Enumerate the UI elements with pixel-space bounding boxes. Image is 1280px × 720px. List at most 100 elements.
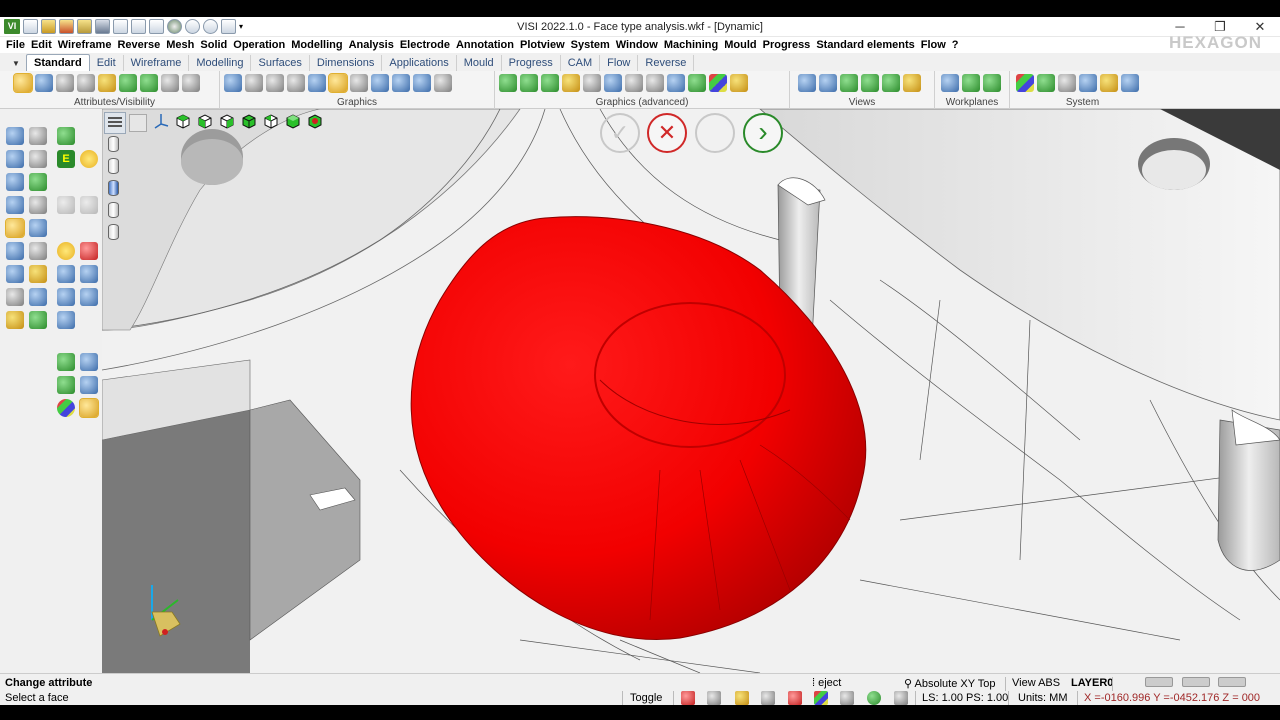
calculator-icon[interactable] bbox=[1037, 74, 1055, 92]
refresh-status-icon[interactable] bbox=[867, 691, 881, 705]
color-cube-icon[interactable] bbox=[814, 691, 828, 705]
edit-pen-icon[interactable] bbox=[1121, 74, 1139, 92]
view-right-icon[interactable] bbox=[218, 112, 236, 130]
copy-icon[interactable] bbox=[29, 196, 47, 214]
view-iso-icon[interactable] bbox=[306, 112, 324, 130]
trim-icon[interactable] bbox=[29, 150, 47, 168]
select-tool-icon[interactable] bbox=[6, 127, 24, 145]
viewport-menu-button[interactable] bbox=[104, 112, 126, 134]
help-icon[interactable] bbox=[6, 265, 24, 283]
active-layer[interactable]: LAYER0 bbox=[1071, 677, 1113, 689]
face-color-icon[interactable] bbox=[499, 74, 517, 92]
flag-icon[interactable] bbox=[80, 353, 98, 371]
layer-tool-icon[interactable] bbox=[57, 127, 75, 145]
view-bottom-icon[interactable] bbox=[284, 112, 302, 130]
tab-dimensions[interactable]: Dimensions bbox=[310, 55, 383, 71]
3d-viewport[interactable] bbox=[102, 109, 1280, 673]
hidden-line-icon[interactable] bbox=[266, 74, 284, 92]
menu-item-flow[interactable]: Flow bbox=[920, 37, 951, 53]
view-axis-icon[interactable] bbox=[152, 112, 170, 130]
filter-tool-icon[interactable] bbox=[788, 691, 802, 705]
blue-cube-icon[interactable] bbox=[80, 288, 98, 306]
macro-icon[interactable] bbox=[1100, 74, 1118, 92]
ribbon-menu-dropdown-icon[interactable]: ▼ bbox=[10, 57, 22, 71]
workplane-align-icon[interactable] bbox=[983, 74, 1001, 92]
tab-modelling[interactable]: Modelling bbox=[189, 55, 252, 71]
toggle-button[interactable]: Toggle bbox=[630, 692, 662, 704]
measure-tool-icon[interactable] bbox=[29, 127, 47, 145]
blue-cube-icon[interactable] bbox=[80, 265, 98, 283]
workplane-icon[interactable] bbox=[941, 74, 959, 92]
status-slider[interactable] bbox=[1218, 677, 1246, 687]
trash-icon[interactable] bbox=[6, 288, 24, 306]
smiley-icon[interactable] bbox=[80, 150, 98, 168]
rotate-icon[interactable] bbox=[29, 288, 47, 306]
display-wire-icon[interactable] bbox=[108, 136, 119, 152]
tab-applications[interactable]: Applications bbox=[382, 55, 457, 71]
menu-item-analysis[interactable]: Analysis bbox=[348, 37, 399, 53]
wire-tool-icon[interactable] bbox=[57, 353, 75, 371]
layer-filter[interactable]: ⁞ eject bbox=[812, 677, 841, 689]
refresh-icon[interactable] bbox=[6, 242, 24, 260]
settings-icon[interactable] bbox=[1058, 74, 1076, 92]
regenerate-icon[interactable] bbox=[224, 74, 242, 92]
transform-icon[interactable] bbox=[6, 173, 24, 191]
shear-icon[interactable] bbox=[29, 219, 47, 237]
view-fit-icon[interactable] bbox=[840, 74, 858, 92]
palette-icon[interactable] bbox=[1016, 74, 1034, 92]
face-type-icon[interactable] bbox=[520, 74, 538, 92]
move-icon[interactable] bbox=[6, 196, 24, 214]
shield-icon[interactable] bbox=[667, 74, 685, 92]
workplane-new-icon[interactable] bbox=[962, 74, 980, 92]
grid-icon[interactable] bbox=[894, 691, 908, 705]
attributes-icon[interactable] bbox=[13, 73, 33, 93]
check-icon[interactable] bbox=[29, 173, 47, 191]
view-saved-icon[interactable] bbox=[903, 74, 921, 92]
color-map-icon[interactable] bbox=[709, 74, 727, 92]
tab-flow[interactable]: Flow bbox=[600, 55, 639, 71]
status-slider[interactable] bbox=[1145, 677, 1173, 687]
search-icon[interactable] bbox=[707, 691, 721, 705]
view-abs[interactable]: View ABS bbox=[1012, 677, 1060, 689]
perspective-icon[interactable] bbox=[434, 74, 452, 92]
mesh-display-icon[interactable] bbox=[625, 74, 643, 92]
visibility-icon[interactable] bbox=[35, 74, 53, 92]
snap-icon[interactable] bbox=[735, 691, 749, 705]
image-icon[interactable] bbox=[29, 311, 47, 329]
cancel-button[interactable]: ✕ bbox=[647, 113, 687, 153]
wireframe-display-icon[interactable] bbox=[245, 74, 263, 92]
dimension-icon[interactable] bbox=[29, 265, 47, 283]
solid-tool-icon[interactable] bbox=[57, 311, 75, 329]
help-icon[interactable] bbox=[761, 691, 775, 705]
display-edges-icon[interactable] bbox=[108, 202, 119, 218]
window-layout-icon[interactable] bbox=[1079, 74, 1097, 92]
view-top-icon[interactable] bbox=[174, 112, 192, 130]
menu-item-system[interactable]: System bbox=[570, 37, 615, 53]
hide-icon[interactable] bbox=[56, 74, 74, 92]
viewport-toggle-icon[interactable] bbox=[129, 114, 147, 132]
show-icon[interactable] bbox=[77, 74, 95, 92]
entity-e-icon[interactable]: E bbox=[57, 150, 75, 168]
menu-item-electrode[interactable]: Electrode bbox=[399, 37, 455, 53]
view-iso-icon[interactable] bbox=[819, 74, 837, 92]
display-transparent-icon[interactable] bbox=[108, 224, 119, 240]
menu-item-solid[interactable]: Solid bbox=[199, 37, 232, 53]
curvature-icon[interactable] bbox=[562, 74, 580, 92]
menu-item-machining[interactable]: Machining bbox=[663, 37, 723, 53]
frame-tool-icon[interactable] bbox=[57, 376, 75, 394]
draft-analysis-icon[interactable] bbox=[541, 74, 559, 92]
menu-item-edit[interactable]: Edit bbox=[30, 37, 57, 53]
brush-icon[interactable] bbox=[79, 398, 99, 418]
view-mode[interactable]: ⚲ Absolute XY Top bbox=[904, 677, 995, 690]
lighting-icon[interactable] bbox=[413, 74, 431, 92]
tab-cam[interactable]: CAM bbox=[561, 55, 601, 71]
view-zoom-icon[interactable] bbox=[861, 74, 879, 92]
status-slider[interactable] bbox=[1182, 677, 1210, 687]
smiley-icon[interactable] bbox=[57, 242, 75, 260]
menu-item-modelling[interactable]: Modelling bbox=[290, 37, 347, 53]
shaded-edges-icon[interactable] bbox=[308, 74, 326, 92]
display-shaded-icon[interactable] bbox=[108, 180, 119, 196]
tab-edit[interactable]: Edit bbox=[90, 55, 124, 71]
sphere-green-icon[interactable] bbox=[688, 74, 706, 92]
menu-item-window[interactable]: Window bbox=[615, 37, 663, 53]
